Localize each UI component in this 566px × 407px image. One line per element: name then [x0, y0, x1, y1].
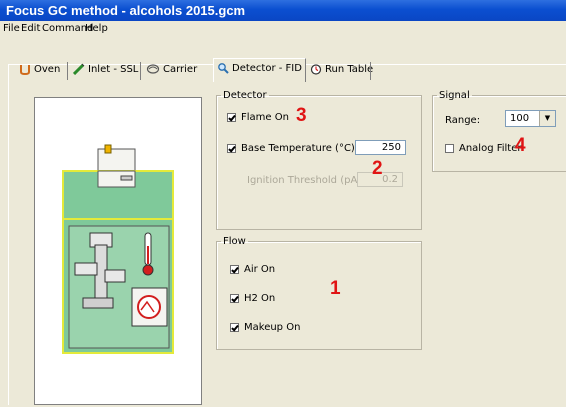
tab-run-table[interactable]: Run Table	[307, 60, 376, 80]
tab-inlet-ssl[interactable]: Inlet - SSL	[70, 60, 141, 80]
flame-on-checkbox-box[interactable]	[227, 112, 236, 122]
carrier-gas-icon	[146, 64, 160, 74]
tab-separator	[140, 62, 141, 80]
stopwatch-icon	[310, 64, 322, 75]
base-temperature-input[interactable]: 250	[355, 140, 406, 155]
menu-bar: File Edit Command Help	[0, 21, 566, 37]
tab-detector-fid[interactable]: Detector - FID	[213, 58, 306, 82]
tab-separator	[370, 62, 371, 80]
air-on-checkbox-box[interactable]	[230, 264, 239, 274]
signal-group: Signal	[432, 90, 566, 172]
menu-edit[interactable]: Edit	[21, 23, 40, 34]
annotation-1: 1	[330, 278, 341, 299]
tab-oven[interactable]: Oven	[16, 60, 63, 80]
analog-filter-checkbox[interactable]: Analog Filter	[445, 143, 522, 154]
makeup-on-checkbox[interactable]: Makeup On	[230, 322, 300, 333]
menu-help[interactable]: Help	[85, 23, 108, 34]
h2-on-checkbox[interactable]: H2 On	[230, 293, 275, 304]
fid-detector-diagram	[62, 144, 174, 354]
range-label: Range:	[445, 115, 481, 126]
window-title-bar[interactable]: Focus GC method - alcohols 2015.gcm	[0, 0, 566, 21]
window-title: Focus GC method - alcohols 2015.gcm	[6, 3, 246, 18]
detector-illustration-panel	[34, 97, 202, 405]
flow-group-label: Flow	[223, 236, 246, 247]
signal-group-label: Signal	[439, 90, 470, 101]
annotation-3: 3	[296, 105, 307, 126]
tab-separator	[67, 62, 68, 80]
detector-group: Detector	[216, 90, 422, 230]
base-temperature-checkbox-box[interactable]	[227, 143, 236, 153]
detector-group-label: Detector	[223, 90, 267, 101]
syringe-icon	[73, 63, 85, 75]
air-on-checkbox[interactable]: Air On	[230, 264, 275, 275]
magnifier-icon	[218, 63, 229, 74]
menu-file[interactable]: File	[3, 23, 20, 34]
ignition-threshold-label: Ignition Threshold (pA):	[247, 175, 365, 186]
chevron-down-icon[interactable]: ▼	[539, 111, 555, 126]
tab-carrier[interactable]: Carrier	[143, 60, 200, 80]
oven-icon	[20, 65, 30, 75]
annotation-4: 4	[515, 135, 526, 156]
h2-on-checkbox-box[interactable]	[230, 293, 239, 303]
flame-on-checkbox[interactable]: Flame On	[227, 112, 289, 123]
range-dropdown[interactable]: 100 ▼	[505, 110, 556, 127]
annotation-2: 2	[372, 158, 383, 179]
base-temperature-checkbox[interactable]: Base Temperature (°C):	[227, 143, 358, 154]
makeup-on-checkbox-box[interactable]	[230, 322, 239, 332]
analog-filter-checkbox-box[interactable]	[445, 143, 454, 153]
